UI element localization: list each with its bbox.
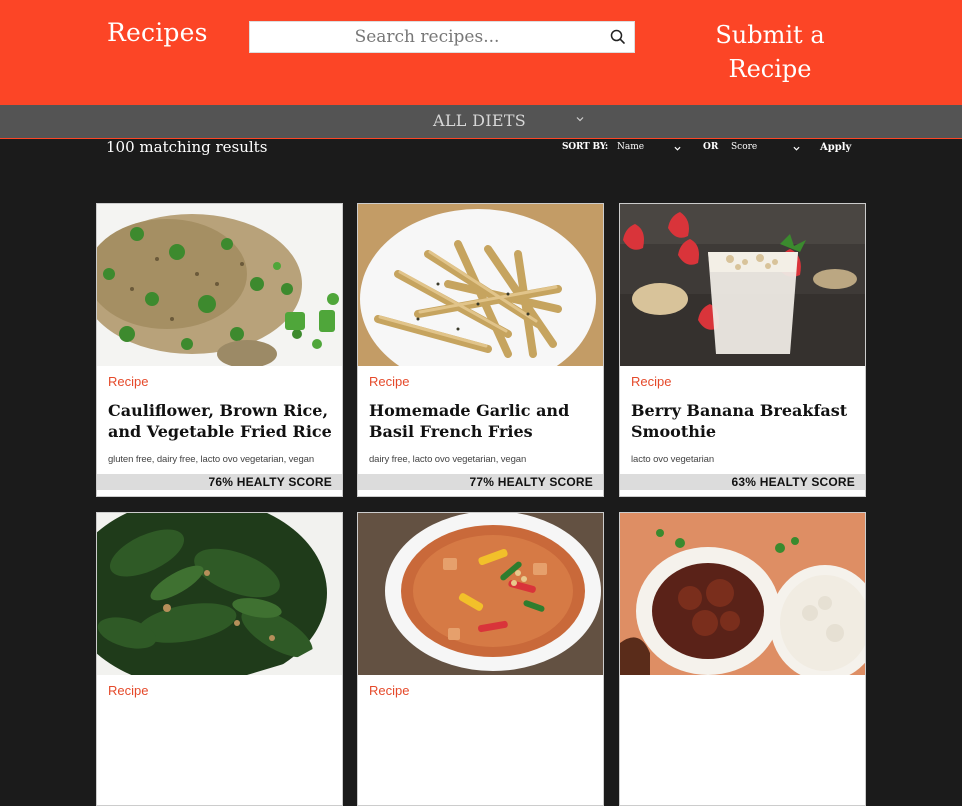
- recipe-card[interactable]: Recipe: [96, 512, 343, 806]
- recipe-type-label: Recipe: [108, 374, 149, 389]
- recipe-image: [97, 204, 342, 366]
- recipe-image: [358, 513, 603, 675]
- or-label: OR: [703, 142, 719, 152]
- recipe-image: [358, 204, 603, 366]
- health-score-badge: 77% HEALTY SCORE: [358, 474, 603, 490]
- sort-primary-select[interactable]: Name: [617, 142, 683, 156]
- recipe-image: [97, 513, 342, 675]
- health-score-badge: 63% HEALTY SCORE: [620, 474, 865, 490]
- recipe-type-label: Recipe: [369, 683, 410, 698]
- recipe-title: Homemade Garlic and Basil French Fries: [369, 401, 570, 441]
- apply-button[interactable]: Apply: [820, 142, 851, 153]
- recipe-diets: gluten free, dairy free, lacto ovo veget…: [108, 454, 315, 465]
- recipe-card[interactable]: Recipe: [357, 512, 604, 806]
- recipe-image: [620, 513, 865, 675]
- recipe-title: Berry Banana Breakfast Smoothie: [631, 401, 848, 441]
- recipe-card[interactable]: Recipe Homemade Garlic and Basil French …: [357, 203, 604, 497]
- sort-secondary-value: Score: [731, 142, 758, 152]
- recipe-type-label: Recipe: [631, 374, 672, 389]
- recipe-card[interactable]: [619, 512, 866, 806]
- recipe-type-label: Recipe: [369, 374, 410, 389]
- search-icon[interactable]: [608, 27, 628, 47]
- brand-logo[interactable]: Recipes: [107, 18, 208, 47]
- recipe-image: [620, 204, 865, 366]
- search-input[interactable]: [250, 22, 604, 52]
- health-score-badge: 76% HEALTY SCORE: [97, 474, 342, 490]
- submit-recipe-link[interactable]: Submit a Recipe: [690, 18, 850, 86]
- submit-recipe-line-2: Recipe: [728, 55, 812, 83]
- recipe-type-label: Recipe: [108, 683, 149, 698]
- sort-secondary-select[interactable]: Score: [731, 142, 803, 156]
- diet-filter-bar: ALL DIETS: [0, 105, 962, 139]
- recipe-card[interactable]: Recipe Cauliflower, Brown Rice, and Vege…: [96, 203, 343, 497]
- submit-recipe-line-1: Submit a: [715, 21, 825, 49]
- recipe-title: Cauliflower, Brown Rice, and Vegetable F…: [108, 401, 332, 441]
- recipe-diets: lacto ovo vegetarian: [631, 454, 715, 465]
- diet-select-value: ALL DIETS: [433, 111, 527, 130]
- results-count: 100 matching results: [106, 138, 268, 156]
- chevron-down-icon: [576, 117, 584, 122]
- sort-by-label: SORT BY:: [562, 142, 608, 152]
- chevron-down-icon: [793, 146, 800, 151]
- site-header: Recipes Submit a Recipe: [0, 0, 962, 105]
- sort-primary-value: Name: [617, 142, 645, 152]
- recipe-diets: dairy free, lacto ovo vegetarian, vegan: [369, 454, 527, 465]
- recipe-card[interactable]: Recipe Berry Banana Breakfast Smoothie l…: [619, 203, 866, 497]
- diet-select[interactable]: ALL DIETS: [420, 105, 590, 138]
- chevron-down-icon: [674, 146, 681, 151]
- search-box: [249, 21, 635, 53]
